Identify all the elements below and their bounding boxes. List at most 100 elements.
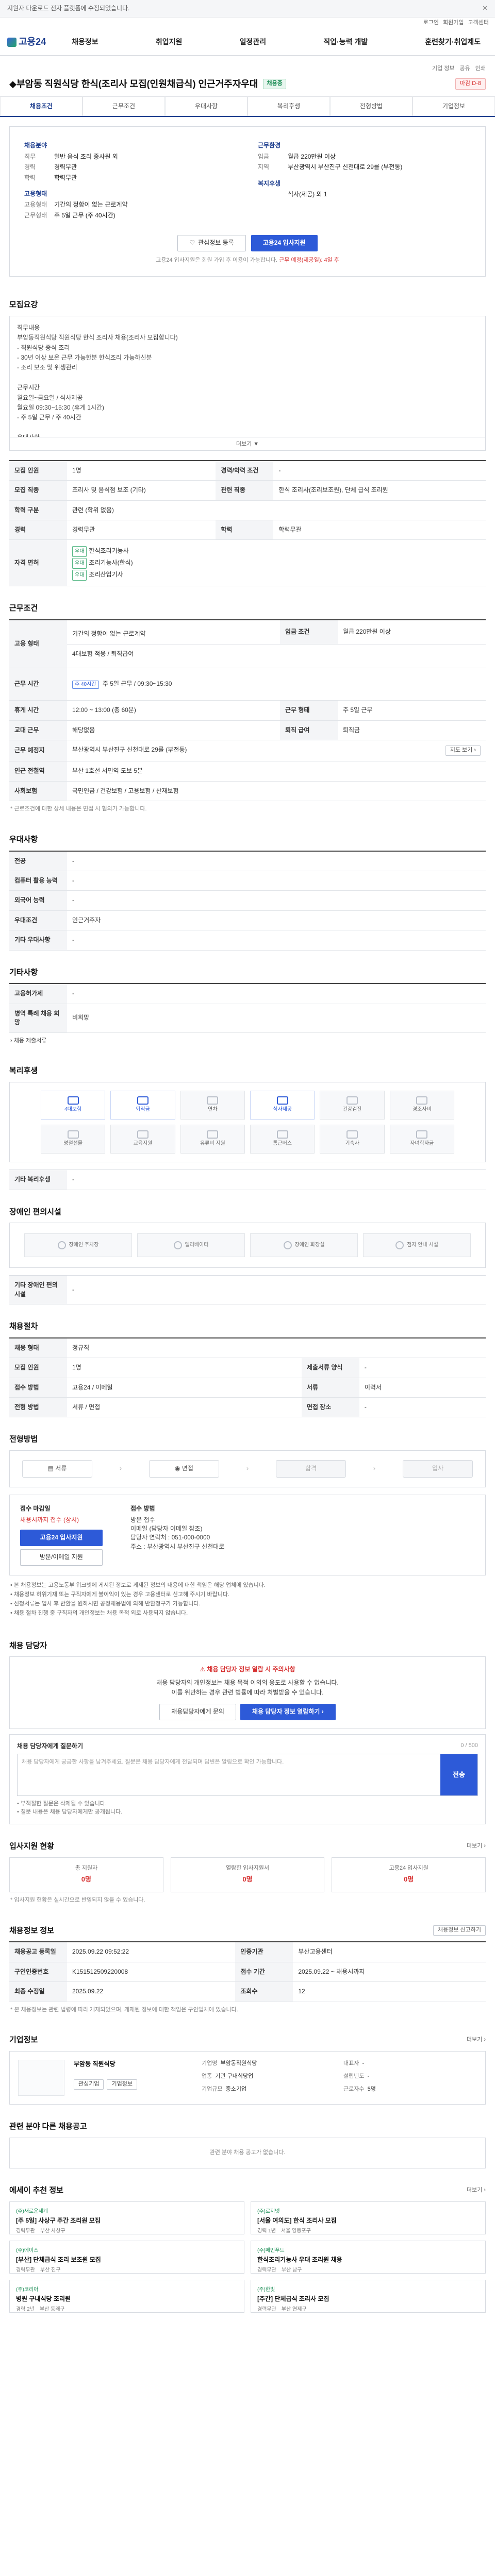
documents-link[interactable]: › 채용 제출서류 <box>9 1033 486 1049</box>
help-link[interactable]: 고객센터 <box>468 19 489 27</box>
tab-prefer[interactable]: 우대사항 <box>165 96 248 116</box>
tab-company[interactable]: 기업정보 <box>412 96 495 116</box>
recruit-body-line <box>17 374 478 382</box>
table-cell: 이력서 <box>359 1378 486 1398</box>
job-card-meta: 경력 1년 <box>257 2228 276 2234</box>
nav-item-training[interactable]: 직업·능력 개발 <box>316 37 375 47</box>
table-row: 전형 방법 서류 / 면접 면접 장소 - <box>9 1397 486 1418</box>
job-card-meta: 경력무관 <box>16 2228 35 2234</box>
print-link[interactable]: 인쇄 <box>475 65 486 73</box>
visit-apply-button[interactable]: 방문/이메일 지원 <box>20 1549 103 1566</box>
login-link[interactable]: 로그인 <box>423 19 439 27</box>
table-head: 휴게 시간 <box>9 700 67 721</box>
page-title: ◆부암동 직원식당 한식(조리사 모집(인원채급식) 인근거주자우대 <box>9 78 258 89</box>
table-cell: - <box>67 1170 486 1190</box>
table-head: 모집 인원 <box>9 460 67 481</box>
tab-process[interactable]: 전형방법 <box>330 96 412 116</box>
company-detail-button[interactable]: 기업정보 <box>107 2079 137 2090</box>
welfare-icon <box>207 1096 219 1105</box>
recruit-body-line: - 주 5일 근무 / 주 40시간 <box>17 414 81 421</box>
job-card[interactable]: (주)한빛 [주간] 단체급식 조리사 모집 경력무관 부산 연제구 <box>251 2279 486 2313</box>
facility-item: 엘리베이터 <box>137 1233 245 1258</box>
summary-heading: 채용분야 <box>24 142 47 149</box>
welfare-label: 유류비 지원 <box>200 1141 225 1147</box>
favorite-company-button[interactable]: 관심기업 <box>74 2079 104 2090</box>
apply-button[interactable]: 고용24 입사지원 <box>251 235 318 252</box>
recruit-body-line: 우대사항 <box>17 433 478 437</box>
restroom-icon <box>283 1241 292 1250</box>
table-row: 교대 근무 해당없음 퇴직 급여 퇴직금 <box>9 720 486 741</box>
report-button[interactable]: 채용정보 신고하기 <box>433 1925 486 1936</box>
recruit-body-line: - 조리 보조 및 위생관리 <box>17 364 77 371</box>
job-card[interactable]: (주)코리아 병원 구내식당 조리원 경력 2년 부산 동래구 <box>9 2279 244 2313</box>
fold-toggle[interactable]: 더보기 ▼ <box>9 437 486 451</box>
table-head: 컴퓨터 활용 능력 <box>9 871 67 891</box>
summary-value: 경력무관 <box>54 163 77 171</box>
table-cell: 인근거주자 <box>67 910 486 931</box>
table-row: 외국어 능력 - <box>9 890 486 911</box>
contact-inquiry-button[interactable]: 채용담당자에게 문의 <box>159 1703 236 1720</box>
share-link[interactable]: 공유 <box>460 65 470 73</box>
inquiry-send-button[interactable]: 전송 <box>440 1754 477 1796</box>
company-key: 기업명 <box>202 2060 218 2067</box>
tab-work[interactable]: 근무조건 <box>82 96 165 116</box>
close-icon[interactable]: ✕ <box>482 4 488 13</box>
company-key: 대표자 <box>343 2060 359 2067</box>
nav-item-support[interactable]: 취업지원 <box>148 37 190 47</box>
welfare-item: 통근버스 <box>250 1125 315 1154</box>
welfare-icon <box>137 1096 148 1105</box>
stats-more-link[interactable]: 더보기 › <box>467 1842 486 1851</box>
recommend-more-link[interactable]: 더보기 › <box>467 2187 486 2195</box>
apply-button-2[interactable]: 고용24 입사지원 <box>20 1529 103 1546</box>
job-card[interactable]: (주)에이스 [부산] 단체급식 조리 보조원 모집 경력무관 부산 진구 <box>9 2240 244 2274</box>
job-title-area: 기업 정보 공유 인쇄 ◆부암동 직원식당 한식(조리사 모집(인원채급식) 인… <box>0 56 495 97</box>
summary-value: 일반 음식 조리 종사원 외 <box>54 152 118 160</box>
main-nav: 채용정보 취업지원 일정관리 직업·능력 개발 훈련찾기·취업제도 <box>64 37 488 47</box>
title-meta: 기업 정보 공유 인쇄 <box>9 65 486 73</box>
job-card-meta: 경력무관 <box>257 2267 276 2273</box>
company-key: 기업규모 <box>202 2086 223 2092</box>
table-cell: - <box>67 890 486 911</box>
deadline-label: 접수 마감일 <box>20 1505 51 1513</box>
logo[interactable]: 고용24 <box>7 35 46 48</box>
prefer-section: 우대사항 전공 - 컴퓨터 활용 능력 - 외국어 능력 - 우대조건 인근거주자 기타… <box>0 821 495 954</box>
table-head: 모집 인원 <box>9 1358 67 1378</box>
nav-item-jobs[interactable]: 채용정보 <box>64 37 106 47</box>
inquiry-textarea[interactable]: 채용 담당자에게 궁금한 사항을 남겨주세요. 질문은 채용 담당자에게 전달되… <box>18 1754 440 1795</box>
apply-method-line: 방문 접수 <box>130 1516 155 1523</box>
welfare-item: 식사제공 <box>250 1091 315 1120</box>
interest-button[interactable]: ♡ 관심정보 등록 <box>177 235 246 252</box>
job-card[interactable]: (주)로지넷 [서울 여의도] 한식 조리사 모집 경력 1년 서울 영등포구 <box>251 2201 486 2234</box>
job-card[interactable]: (주)새로운세계 [주 5일] 사상구 주간 조리원 모집 경력무관 부산 사상구 <box>9 2201 244 2234</box>
company-more-link[interactable]: 더보기 › <box>467 2036 486 2044</box>
recommend-section: 에세이 추천 정보 더보기 › (주)새로운세계 [주 5일] 사상구 주간 조리원… <box>0 2172 495 2316</box>
recruit-body-line: 월요일 09:30~15:30 (휴게 1시간) <box>17 403 105 411</box>
recruit-body-line: - 직원식당 중식 조리 <box>17 344 70 351</box>
summary-note-text: 고용24 입사지원은 회원 가입 후 이용이 가능합니다. <box>156 257 278 264</box>
signup-link[interactable]: 회원가입 <box>443 19 464 27</box>
nav-item-schedule[interactable]: 일정관리 <box>233 37 274 47</box>
step-label: 서류 <box>55 1465 67 1472</box>
table-row: 기타 우대사항 - <box>9 930 486 951</box>
welfare-label: 교육지원 <box>133 1141 153 1147</box>
table-cell: 2025.09.22 ~ 채용시까지 <box>293 1962 486 1982</box>
table-row: 기타 복리후생 - <box>9 1170 486 1190</box>
company-info-link[interactable]: 기업 정보 <box>432 65 455 73</box>
welfare-icon <box>346 1096 358 1105</box>
job-card[interactable]: (주)메인푸드 한식조리기능사 우대 조리원 채용 경력무관 부산 남구 <box>251 2240 486 2274</box>
header: 고용24 채용정보 취업지원 일정관리 직업·능력 개발 훈련찾기·취업제도 <box>0 29 495 56</box>
selection-section: 채용절차 채용 형태 정규직 모집 인원 1명 제출서류 양식 - 접수 방법 고용24 … <box>0 1308 495 1420</box>
license-tag: 우대 <box>72 570 87 581</box>
tab-welfare[interactable]: 복리후생 <box>248 96 330 116</box>
nav-item-search[interactable]: 훈련찾기·취업제도 <box>418 37 488 47</box>
table-head: 학력 구분 <box>9 500 67 521</box>
view-contact-button[interactable]: 채용 담당자 정보 열람하기 › <box>240 1703 336 1720</box>
job-card-meta: 부산 동래구 <box>39 2306 65 2312</box>
contact-section: 채용 담당자 ⚠ 채용 담당자 정보 열람 시 주의사항 채용 담당자의 개인정… <box>0 1627 495 1827</box>
table-cell: 2025.09.22 <box>67 1981 236 2002</box>
summary-key: 임금 <box>258 152 270 160</box>
company-value: 5명 <box>367 2086 376 2092</box>
tab-recruit[interactable]: 채용조건 <box>0 96 82 116</box>
table-head: 외국어 능력 <box>9 890 67 911</box>
map-button[interactable]: 지도 보기 › <box>445 745 481 756</box>
